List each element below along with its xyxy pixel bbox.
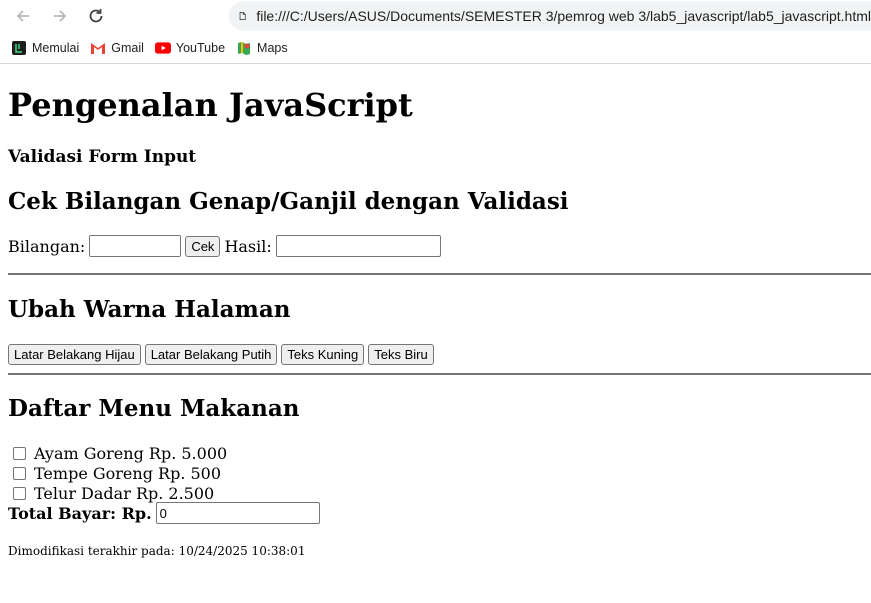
gmail-icon [90, 40, 106, 56]
total-label: Total Bayar: Rp. [8, 503, 152, 523]
yellow-text-button[interactable]: Teks Kuning [281, 344, 365, 365]
parity-heading: Cek Bilangan Genap/Ganjil dengan Validas… [8, 188, 569, 215]
bookmark-maps[interactable]: Maps [236, 40, 288, 56]
file-icon [239, 11, 246, 21]
divider [8, 273, 871, 275]
bookmark-gmail[interactable]: Gmail [90, 40, 144, 56]
divider [8, 373, 871, 375]
number-label: Bilangan: [8, 236, 86, 256]
maps-icon [236, 40, 252, 56]
reload-icon [89, 9, 103, 23]
back-button[interactable] [11, 5, 35, 27]
page-subtitle: Validasi Form Input [8, 147, 197, 167]
color-heading: Ubah Warna Halaman [8, 296, 291, 323]
check-button[interactable]: Cek [185, 235, 221, 257]
menu-heading: Daftar Menu Makanan [8, 395, 300, 422]
youtube-icon [154, 40, 171, 56]
blue-text-button[interactable]: Teks Biru [368, 344, 434, 365]
number-input[interactable] [89, 235, 182, 257]
arrow-left-icon [16, 10, 29, 22]
bookmark-youtube[interactable]: YouTube [154, 40, 225, 56]
menu-item: Telur Dadar Rp. 2.500 [8, 484, 214, 503]
last-modified: Dimodifikasi terakhir pada: 10/24/2025 1… [8, 544, 306, 558]
menu-item: Ayam Goreng Rp. 5.000 [8, 444, 227, 463]
color-buttons: Latar Belakang Hijau Latar Belakang Puti… [8, 344, 438, 365]
reload-button[interactable] [84, 5, 108, 27]
total-input[interactable] [155, 502, 320, 524]
last-modified-timestamp: 10/24/2025 10:38:01 [178, 544, 306, 558]
address-bar[interactable]: file:///C:/Users/ASUS/Documents/SEMESTER… [229, 1, 871, 31]
memulai-icon [11, 40, 27, 56]
menu-checkbox[interactable] [13, 487, 26, 500]
bookmark-memulai[interactable]: Memulai [11, 40, 79, 56]
white-background-button[interactable]: Latar Belakang Putih [144, 344, 278, 365]
arrow-right-icon [54, 10, 67, 22]
browser-toolbar: file:///C:/Users/ASUS/Documents/SEMESTER… [0, 0, 871, 33]
menu-checkbox[interactable] [13, 447, 26, 460]
url-text: file:///C:/Users/ASUS/Documents/SEMESTER… [256, 8, 871, 24]
menu-checkbox[interactable] [13, 467, 26, 480]
result-label: Hasil: [224, 236, 272, 256]
result-input[interactable] [275, 235, 441, 257]
forward-button[interactable] [48, 5, 72, 27]
total-row: Total Bayar: Rp. [8, 502, 320, 524]
parity-form: Bilangan: Cek Hasil: [8, 235, 441, 257]
bookmarks-bar: Memulai Gmail YouTube Maps [0, 33, 871, 64]
page-title: Pengenalan JavaScript [8, 86, 413, 124]
green-background-button[interactable]: Latar Belakang Hijau [8, 344, 141, 365]
menu-item: Tempe Goreng Rp. 500 [8, 464, 221, 483]
